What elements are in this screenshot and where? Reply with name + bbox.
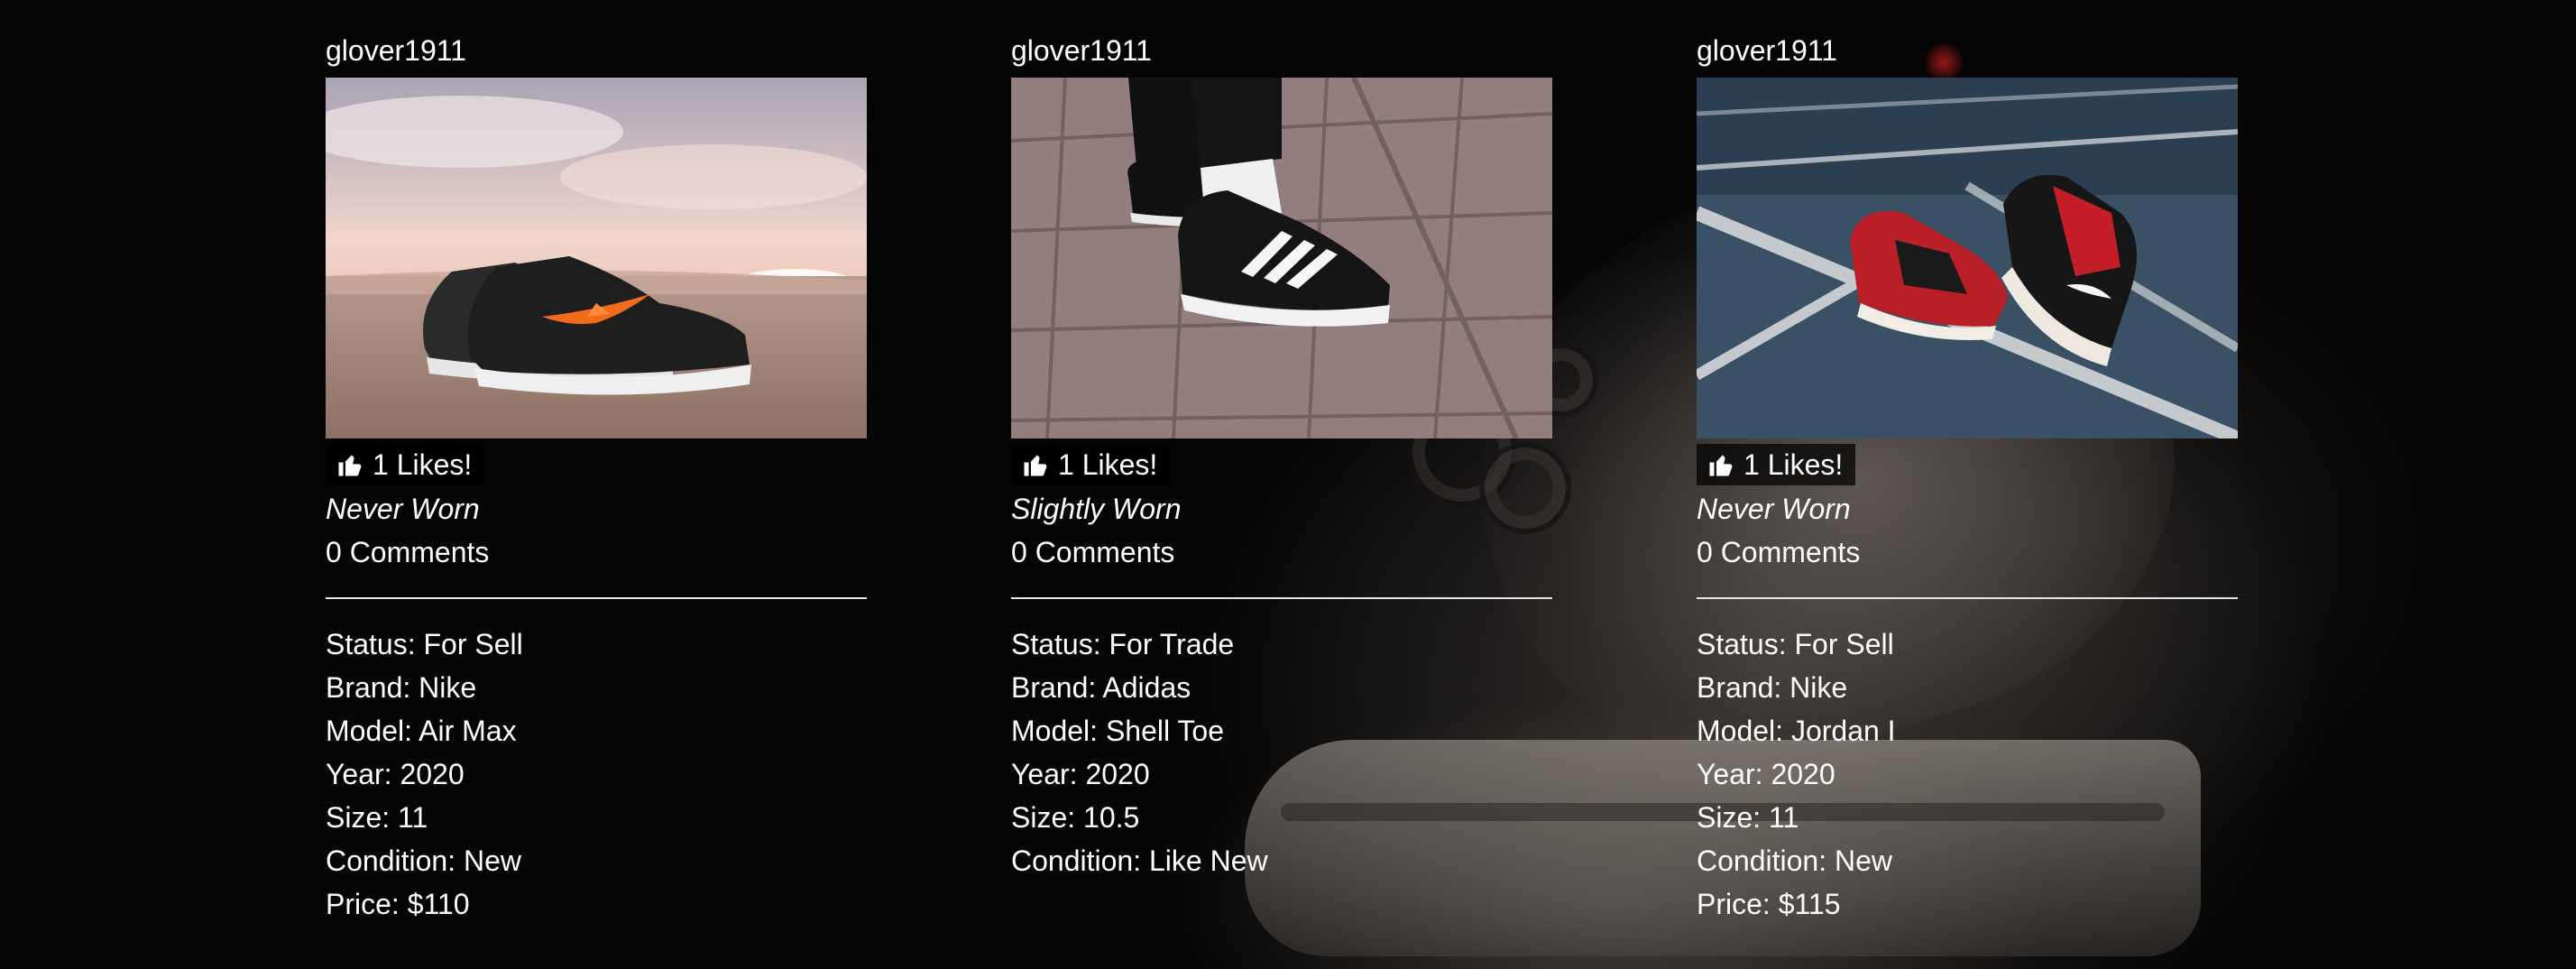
sneaker-post-card: glover1911 xyxy=(1011,31,1552,882)
post-username[interactable]: glover1911 xyxy=(1697,31,2238,70)
detail-model: Model: Shell Toe xyxy=(1011,715,1224,747)
detail-year: Year: 2020 xyxy=(1697,758,1835,790)
detail-condition: Condition: New xyxy=(326,844,521,877)
wear-status: Never Worn xyxy=(1697,493,1851,525)
thumbs-up-icon xyxy=(1024,455,1047,476)
detail-price: Price: $115 xyxy=(1697,888,1841,920)
wear-status: Never Worn xyxy=(326,493,480,525)
divider xyxy=(326,597,867,599)
detail-brand: Brand: Nike xyxy=(1697,671,1848,704)
like-button[interactable]: 1 Likes! xyxy=(1697,444,1856,485)
post-username[interactable]: glover1911 xyxy=(1011,31,1552,70)
sneaker-photo[interactable] xyxy=(326,78,867,438)
detail-status: Status: For Sell xyxy=(1697,628,1894,660)
divider xyxy=(1011,597,1552,599)
detail-condition: Condition: New xyxy=(1697,844,1892,877)
detail-model: Model: Jordan I xyxy=(1697,715,1896,747)
wear-status: Slightly Worn xyxy=(1011,493,1182,525)
comments-link[interactable]: 0 Comments xyxy=(326,531,867,574)
likes-count: 1 Likes! xyxy=(1058,448,1158,481)
likes-count: 1 Likes! xyxy=(1743,448,1844,481)
sneaker-post-card: glover1911 1 Likes! Never Worn 0 Comment… xyxy=(1697,31,2238,926)
detail-size: Size: 11 xyxy=(326,801,428,834)
divider xyxy=(1697,597,2238,599)
detail-year: Year: 2020 xyxy=(326,758,465,790)
detail-price: Price: $110 xyxy=(326,888,470,920)
thumbs-up-icon xyxy=(1709,455,1733,476)
like-button[interactable]: 1 Likes! xyxy=(326,444,485,485)
sneaker-feed: glover1911 1 Likes! Never Worn 0 Comment… xyxy=(0,0,2576,969)
detail-status: Status: For Trade xyxy=(1011,628,1235,660)
thumbs-up-icon xyxy=(338,455,362,476)
detail-size: Size: 10.5 xyxy=(1011,801,1140,834)
detail-model: Model: Air Max xyxy=(326,715,517,747)
sneaker-photo[interactable] xyxy=(1697,78,2238,438)
sneaker-post-card: glover1911 xyxy=(326,31,867,926)
post-username[interactable]: glover1911 xyxy=(326,31,867,70)
like-button[interactable]: 1 Likes! xyxy=(1011,444,1171,485)
detail-condition: Condition: Like New xyxy=(1011,844,1268,877)
detail-status: Status: For Sell xyxy=(326,628,523,660)
detail-brand: Brand: Nike xyxy=(326,671,477,704)
sneaker-photo[interactable] xyxy=(1011,78,1552,438)
likes-count: 1 Likes! xyxy=(373,448,473,481)
sneaker-details: Status: For Sell Brand: Nike Model: Jord… xyxy=(1697,623,2238,926)
sneaker-details: Status: For Sell Brand: Nike Model: Air … xyxy=(326,623,867,926)
detail-year: Year: 2020 xyxy=(1011,758,1150,790)
detail-brand: Brand: Adidas xyxy=(1011,671,1191,704)
comments-link[interactable]: 0 Comments xyxy=(1011,531,1552,574)
comments-link[interactable]: 0 Comments xyxy=(1697,531,2238,574)
detail-size: Size: 11 xyxy=(1697,801,1799,834)
sneaker-details: Status: For Trade Brand: Adidas Model: S… xyxy=(1011,623,1552,882)
